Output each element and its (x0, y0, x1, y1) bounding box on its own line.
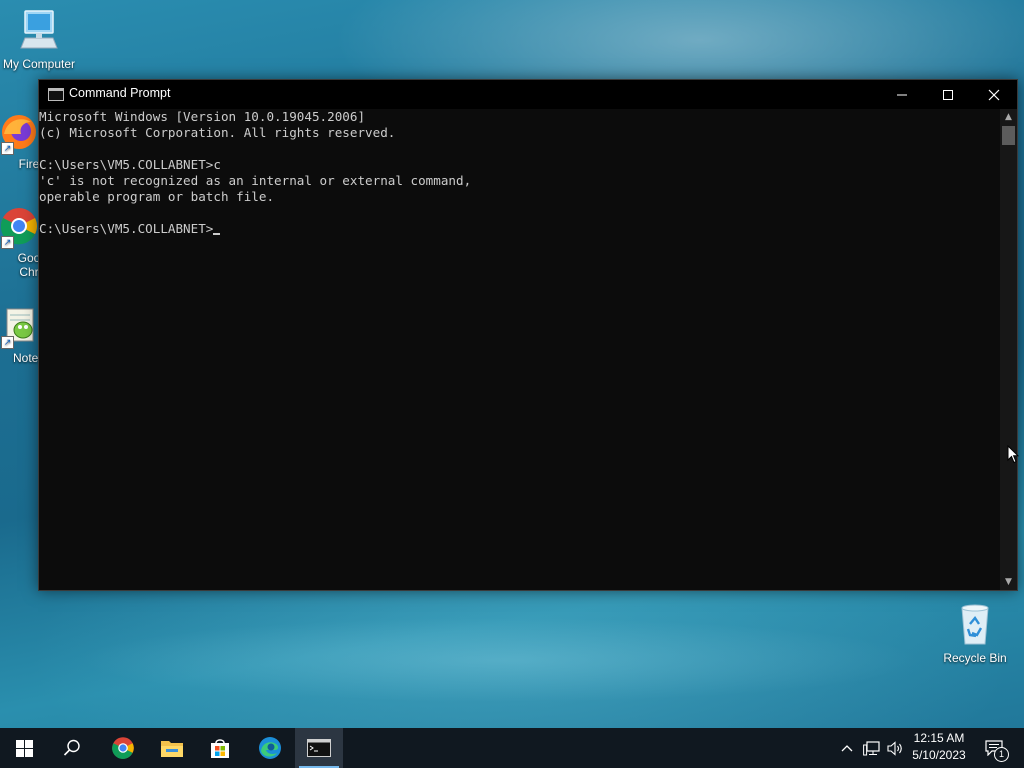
taskbar-edge-button[interactable] (246, 728, 294, 768)
console-line: operable program or batch file. (39, 189, 275, 204)
shortcut-arrow-icon: ↗ (1, 142, 14, 155)
shortcut-arrow-icon: ↗ (1, 236, 14, 249)
console-line: C:\Users\VM5.COLLABNET>c (39, 157, 221, 172)
maximize-button[interactable] (925, 80, 971, 109)
speaker-icon (886, 740, 902, 756)
volume-button[interactable] (884, 728, 906, 768)
recycle-bin-icon (955, 604, 995, 649)
computer-icon (19, 10, 59, 55)
edge-icon (259, 737, 281, 759)
maximize-icon (943, 90, 953, 100)
console-line: Microsoft Windows [Version 10.0.19045.20… (39, 109, 366, 124)
taskbar-file-explorer-button[interactable] (148, 728, 196, 768)
taskbar-command-prompt-button[interactable] (295, 728, 343, 768)
chrome-icon (112, 737, 134, 760)
wallpaper-highlight (0, 590, 1024, 740)
notepad-plus-plus-icon: ↗ (0, 306, 39, 349)
console-output[interactable]: Microsoft Windows [Version 10.0.19045.20… (39, 109, 1001, 590)
search-button[interactable] (48, 728, 96, 768)
notification-count-badge: 1 (994, 747, 1009, 762)
command-prompt-icon (307, 739, 331, 757)
desktop-icon-label: My Computer (2, 57, 76, 71)
chrome-icon: ↗ (0, 206, 39, 249)
taskbar-store-button[interactable] (196, 728, 244, 768)
desktop-icon-my-computer[interactable]: My Computer (0, 8, 78, 71)
desktop-icon-label: Recycle Bin (943, 651, 1007, 665)
clock-date: 5/10/2023 (912, 748, 966, 762)
show-hidden-icons-button[interactable] (838, 728, 856, 768)
console-line: 'c' is not recognized as an internal or … (39, 173, 472, 188)
microsoft-store-icon (211, 739, 229, 758)
chevron-up-icon (841, 745, 853, 752)
search-icon (63, 739, 80, 756)
minimize-icon (897, 94, 907, 96)
start-button[interactable] (0, 728, 48, 768)
taskbar-clock[interactable]: 12:15 AM 5/10/2023 (905, 730, 973, 764)
notification-icon: 1 (985, 738, 1009, 762)
minimize-button[interactable] (879, 80, 925, 109)
file-explorer-icon (161, 741, 183, 757)
taskbar: 12:15 AM 5/10/2023 1 (0, 728, 1024, 768)
close-button[interactable] (971, 80, 1017, 109)
windows-start-icon (15, 739, 33, 757)
command-prompt-icon (48, 88, 64, 101)
text-cursor (213, 233, 221, 235)
console-prompt-line[interactable]: C:\Users\VM5.COLLABNET> (39, 221, 1001, 237)
desktop-icon-recycle-bin[interactable]: Recycle Bin (936, 602, 1014, 665)
command-prompt-window[interactable]: Command Prompt Microsoft Windows [Versio… (38, 79, 1018, 591)
clock-time: 12:15 AM (913, 731, 965, 745)
vertical-scrollbar[interactable]: ▲ ▼ (1000, 109, 1017, 590)
network-button[interactable] (860, 728, 882, 768)
window-titlebar[interactable]: Command Prompt (39, 80, 1017, 109)
firefox-icon: ↗ (0, 112, 39, 155)
network-icon (862, 740, 880, 755)
taskbar-chrome-button[interactable] (99, 728, 147, 768)
scroll-up-arrow-icon[interactable]: ▲ (1000, 109, 1017, 125)
scrollbar-thumb[interactable] (1002, 126, 1015, 145)
close-icon (988, 89, 1000, 101)
action-center-button[interactable]: 1 (980, 728, 1010, 768)
shortcut-arrow-icon: ↗ (1, 336, 14, 349)
console-prompt: C:\Users\VM5.COLLABNET> (39, 221, 214, 236)
mouse-pointer-icon (1007, 444, 1020, 468)
console-line: (c) Microsoft Corporation. All rights re… (39, 125, 396, 140)
scroll-down-arrow-icon[interactable]: ▼ (1000, 574, 1017, 590)
window-title: Command Prompt (69, 86, 171, 100)
